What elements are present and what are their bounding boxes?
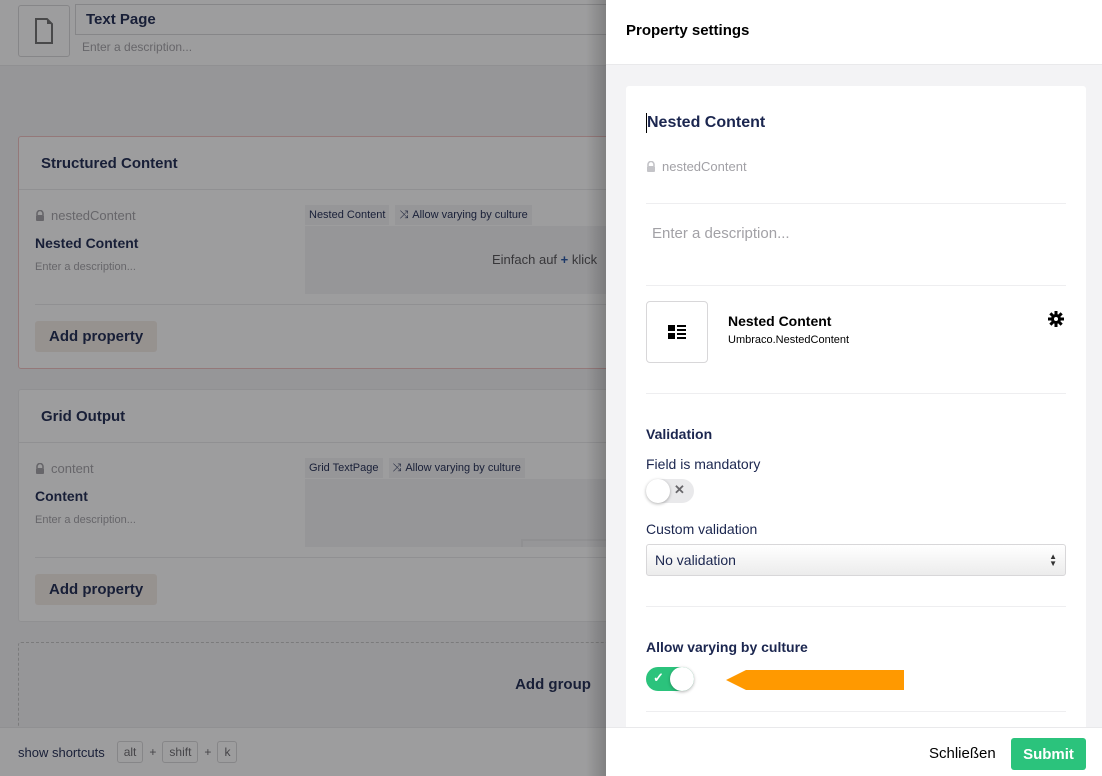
check-icon: ✓ — [653, 670, 664, 685]
editor-picker-button[interactable] — [646, 301, 708, 363]
toggle-knob — [646, 479, 670, 503]
vary-by-culture-toggle[interactable]: ✓ — [646, 667, 694, 691]
submit-button[interactable]: Submit — [1011, 738, 1086, 770]
list-icon — [668, 325, 686, 339]
divider — [646, 285, 1066, 286]
alias-text: nestedContent — [662, 159, 747, 174]
modal-backdrop[interactable] — [0, 0, 606, 776]
gear-icon[interactable] — [1048, 311, 1064, 327]
lock-icon[interactable] — [646, 161, 656, 172]
mandatory-toggle[interactable]: ✕ — [646, 479, 694, 503]
editor-alias: Umbraco.NestedContent — [728, 334, 850, 346]
toggle-knob — [670, 667, 694, 691]
close-button[interactable]: Schließen — [929, 745, 996, 762]
editor-name: Nested Content — [728, 313, 832, 329]
property-settings-panel: Property settings Nested Content nestedC… — [606, 0, 1102, 776]
annotation-arrow-icon — [726, 670, 904, 690]
validation-title: Validation — [646, 426, 713, 442]
divider — [646, 203, 1066, 204]
divider — [646, 711, 1066, 712]
mandatory-label: Field is mandatory — [646, 456, 761, 472]
select-value: No validation — [655, 552, 736, 568]
divider — [646, 606, 1066, 607]
panel-footer: Schließen Submit — [606, 727, 1102, 776]
x-icon: ✕ — [674, 482, 685, 497]
description-textarea[interactable]: Enter a description... — [652, 225, 790, 242]
property-settings-card: Nested Content nestedContent Enter a des… — [626, 86, 1086, 736]
property-name-input[interactable]: Nested Content — [646, 113, 765, 133]
select-arrows-icon: ▲ ▼ — [1049, 552, 1057, 568]
divider — [646, 393, 1066, 394]
vary-by-culture-title: Allow varying by culture — [646, 639, 808, 655]
panel-shadow — [586, 0, 606, 776]
custom-validation-select[interactable]: No validation ▲ ▼ — [646, 544, 1066, 576]
panel-title: Property settings — [606, 0, 1102, 65]
property-alias[interactable]: nestedContent — [646, 159, 747, 174]
custom-validation-label: Custom validation — [646, 521, 758, 537]
